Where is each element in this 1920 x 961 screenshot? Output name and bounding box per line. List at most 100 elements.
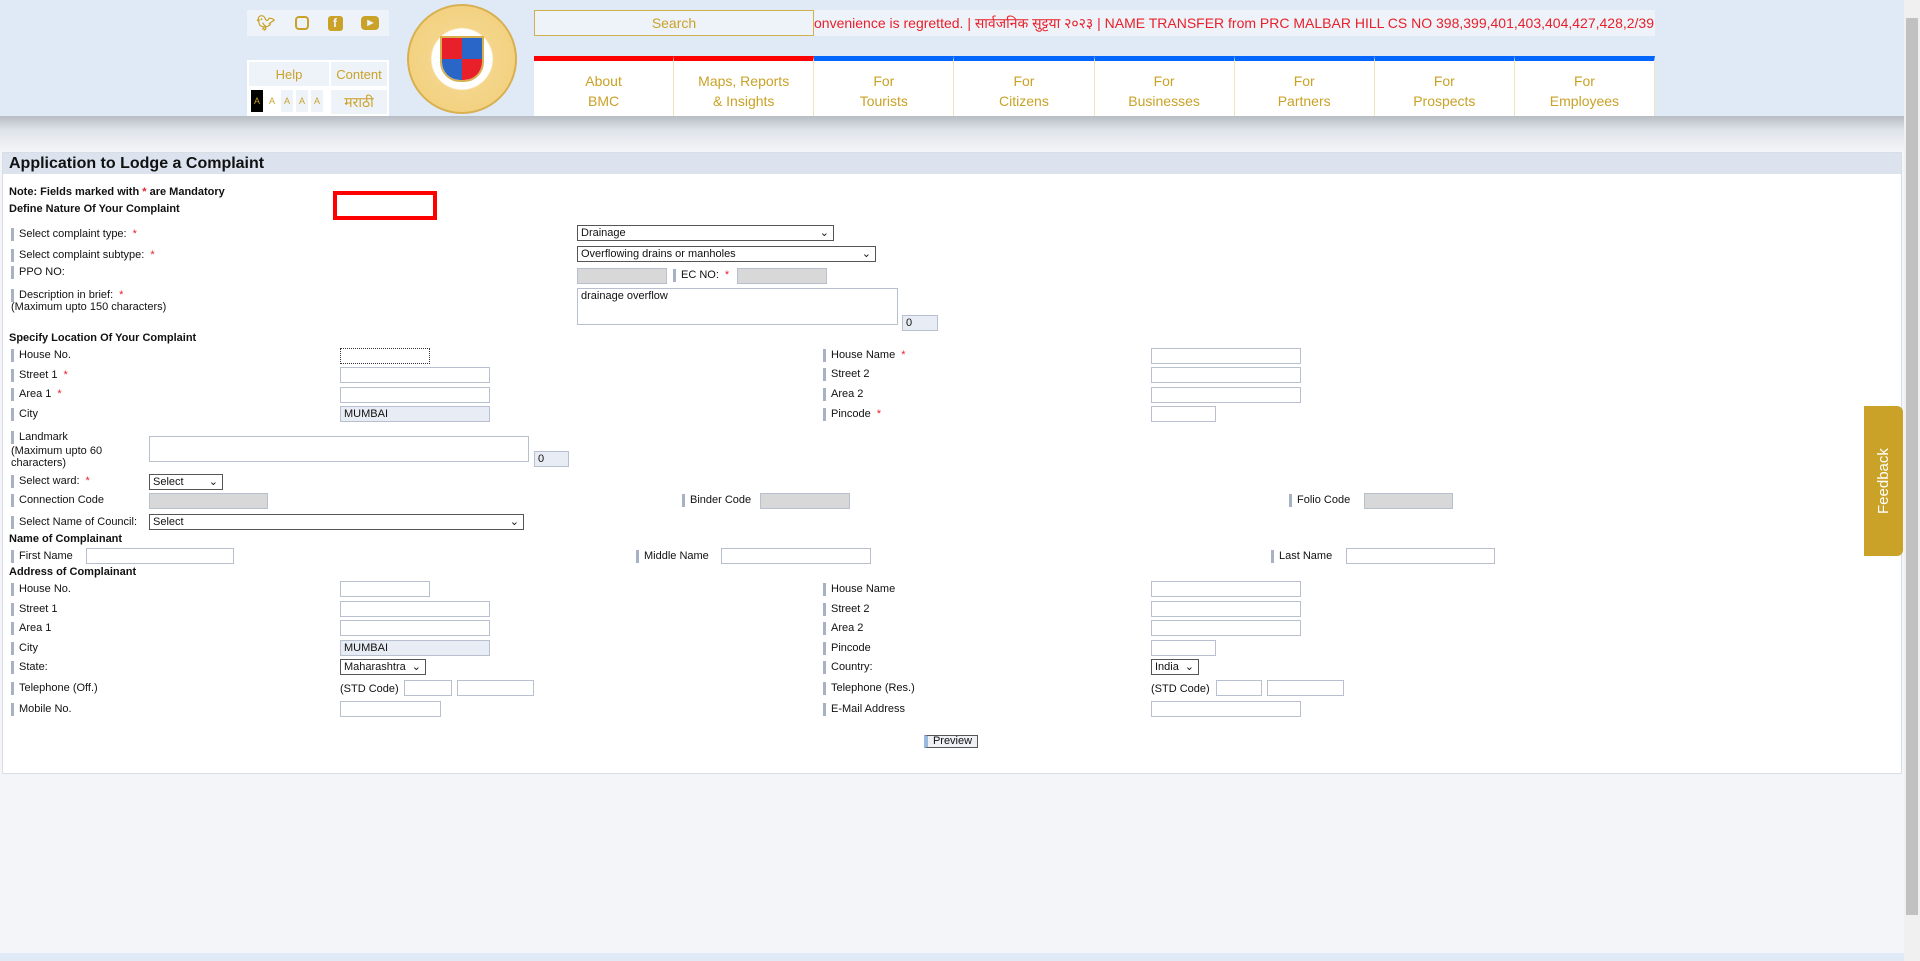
last-name-label: Last Name xyxy=(1271,550,1332,563)
page-title: Application to Lodge a Complaint xyxy=(3,153,1901,174)
ward-label: Select ward: * xyxy=(11,475,90,488)
mandatory-note: Note: Fields marked with * are Mandatory xyxy=(9,186,225,198)
ec-input[interactable] xyxy=(737,268,827,284)
addr-area1-input[interactable] xyxy=(340,620,490,636)
nav-partners[interactable]: For Partners xyxy=(1234,56,1375,116)
description-textarea[interactable]: drainage overflow xyxy=(577,288,898,325)
area2-label: Area 2 xyxy=(823,388,863,401)
email-input[interactable] xyxy=(1151,701,1301,717)
house-no-input[interactable] xyxy=(340,348,430,364)
search-input[interactable]: Search xyxy=(534,10,814,36)
facebook-icon[interactable]: f xyxy=(327,15,343,31)
scrollbar-thumb[interactable] xyxy=(1906,18,1918,915)
nav-tourists[interactable]: For Tourists xyxy=(814,56,955,116)
first-name-input[interactable] xyxy=(86,548,234,564)
tel-res-label: Telephone (Res.) xyxy=(823,682,915,695)
nav-about-bmc[interactable]: About BMC xyxy=(534,56,675,116)
addr-street2-input[interactable] xyxy=(1151,601,1301,617)
street2-label: Street 2 xyxy=(823,368,870,381)
tel-res-std-input[interactable] xyxy=(1216,680,1262,696)
binder-code-input[interactable] xyxy=(760,493,850,509)
ward-select[interactable]: Select ⌄ xyxy=(149,474,223,490)
instagram-icon[interactable] xyxy=(294,16,309,30)
twitter-icon[interactable]: 🐦︎ xyxy=(256,14,275,32)
council-label: Select Name of Council: xyxy=(11,516,137,529)
country-select[interactable]: India ⌄ xyxy=(1151,659,1199,675)
chevron-down-icon: ⌄ xyxy=(1184,661,1194,673)
house-no-label: House No. xyxy=(11,349,71,362)
tel-off-number-input[interactable] xyxy=(457,680,534,696)
addr-house-no-input[interactable] xyxy=(340,581,430,597)
help-link[interactable]: Help xyxy=(249,62,329,86)
folio-code-input[interactable] xyxy=(1364,493,1453,509)
state-select[interactable]: Maharashtra ⌄ xyxy=(340,659,426,675)
addr-area2-input[interactable] xyxy=(1151,620,1301,636)
font-size-small[interactable]: A xyxy=(266,90,278,112)
connection-code-input[interactable] xyxy=(149,493,268,509)
preview-button[interactable]: Preview xyxy=(924,735,978,748)
middle-name-input[interactable] xyxy=(721,548,871,564)
section-nature: Define Nature Of Your Complaint xyxy=(9,203,180,215)
mobile-input[interactable] xyxy=(340,701,441,717)
chevron-down-icon: ⌄ xyxy=(509,516,519,528)
complaint-subtype-label: Select complaint subtype: * xyxy=(11,249,155,262)
pincode-input[interactable] xyxy=(1151,406,1216,422)
tel-off-std-label: (STD Code) xyxy=(340,683,399,695)
tel-off-std-input[interactable] xyxy=(404,680,452,696)
addr-street1-input[interactable] xyxy=(340,601,490,617)
addr-area1-label: Area 1 xyxy=(11,622,51,635)
nav-businesses[interactable]: For Businesses xyxy=(1094,56,1235,116)
feedback-tab[interactable]: Feedback xyxy=(1864,406,1903,556)
highlight-box xyxy=(333,191,437,220)
state-label: State: xyxy=(11,661,48,674)
font-size-decrease[interactable]: A xyxy=(281,90,293,112)
addr-pincode-input[interactable] xyxy=(1151,640,1216,656)
complaint-type-select[interactable]: Drainage ⌄ xyxy=(577,225,834,241)
help-box: Help Content A A A A A मराठी xyxy=(247,60,389,116)
landmark-textarea[interactable] xyxy=(149,436,529,462)
complaint-subtype-select[interactable]: Overflowing drains or manholes ⌄ xyxy=(577,246,876,262)
font-size-default[interactable]: A xyxy=(251,90,263,112)
tel-res-std-label: (STD Code) xyxy=(1151,683,1210,695)
addr-street2-label: Street 2 xyxy=(823,603,870,616)
crest-icon xyxy=(440,36,484,82)
font-size-normal[interactable]: A xyxy=(296,90,308,112)
city-input[interactable]: MUMBAI xyxy=(340,406,490,422)
news-ticker[interactable]: onvenience is regretted. | सार्वजनिक सुट… xyxy=(814,10,1655,36)
area2-input[interactable] xyxy=(1151,387,1301,403)
addr-street1-label: Street 1 xyxy=(11,603,58,616)
footer-strip xyxy=(0,953,1904,961)
country-label: Country: xyxy=(823,661,873,674)
tel-off-label: Telephone (Off.) xyxy=(11,682,98,695)
street2-input[interactable] xyxy=(1151,367,1301,383)
area1-input[interactable] xyxy=(340,387,490,403)
binder-code-label: Binder Code xyxy=(682,494,751,507)
complaint-type-label: Select complaint type: * xyxy=(11,228,137,241)
section-address: Address of Complainant xyxy=(9,566,137,578)
ppo-input[interactable] xyxy=(577,268,667,284)
chevron-down-icon: ⌄ xyxy=(208,476,218,488)
house-name-input[interactable] xyxy=(1151,348,1301,364)
bmc-logo[interactable] xyxy=(407,4,517,114)
complaint-form-panel xyxy=(2,152,1902,774)
area1-label: Area 1 * xyxy=(11,388,62,401)
addr-house-name-input[interactable] xyxy=(1151,581,1301,597)
council-select[interactable]: Select ⌄ xyxy=(149,514,524,530)
street1-input[interactable] xyxy=(340,367,490,383)
nav-citizens[interactable]: For Citizens xyxy=(954,56,1095,116)
nav-maps-reports[interactable]: Maps, Reports & Insights xyxy=(674,56,815,116)
nav-prospects[interactable]: For Prospects xyxy=(1374,56,1515,116)
addr-area2-label: Area 2 xyxy=(823,622,863,635)
addr-house-name-label: House Name xyxy=(823,583,895,596)
nav-employees[interactable]: For Employees xyxy=(1514,56,1655,116)
youtube-icon[interactable]: ▶ xyxy=(361,16,380,30)
language-marathi[interactable]: मराठी xyxy=(331,90,387,114)
landmark-label: Landmark xyxy=(11,431,68,444)
font-size-increase[interactable]: A xyxy=(311,90,323,112)
tel-res-number-input[interactable] xyxy=(1267,680,1344,696)
content-link[interactable]: Content xyxy=(331,62,387,86)
house-name-label: House Name * xyxy=(823,349,905,362)
last-name-input[interactable] xyxy=(1346,548,1495,564)
addr-pincode-label: Pincode xyxy=(823,642,871,655)
addr-city-input[interactable]: MUMBAI xyxy=(340,640,490,656)
